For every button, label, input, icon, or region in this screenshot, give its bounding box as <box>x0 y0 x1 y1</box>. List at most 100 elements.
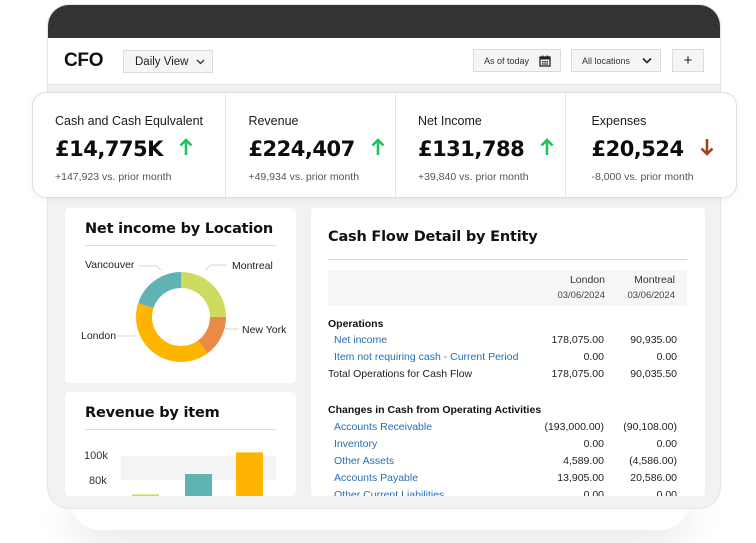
bar-1[interactable] <box>132 494 159 496</box>
row-link[interactable]: Other Current Liabilities <box>334 489 444 496</box>
kpi-value: £224,407 <box>248 137 385 161</box>
kpi-expenses[interactable]: Expenses £20,524 -8,000 vs. prior month <box>566 93 736 197</box>
revenue-by-item-panel: Revenue by item 100k 80k <box>65 392 296 496</box>
cell-london: 13,905.00 <box>557 472 604 484</box>
kpi-summary-card: Cash and Cash Equlvalent £14,775K +147,9… <box>32 92 737 198</box>
date-filter-button[interactable]: As of today <box>473 49 561 72</box>
table-row[interactable]: Net income 178,075.00 90,935.00 <box>328 334 687 351</box>
row-link[interactable]: Net income <box>334 334 387 346</box>
row-link[interactable]: Accounts Receivable <box>334 421 432 433</box>
table-row: Total Operations for Cash Flow 178,075.00… <box>328 368 687 385</box>
window-top-bar <box>48 5 720 38</box>
kpi-net-income[interactable]: Net Income £131,788 +39,840 vs. prior mo… <box>396 93 567 197</box>
cell-london: 0.00 <box>583 351 604 363</box>
leader-line <box>204 264 227 271</box>
table-row[interactable]: Other Current Liabilities 0.00 0.00 <box>328 489 687 496</box>
date-filter-label: As of today <box>484 55 530 66</box>
donut-slice-montreal[interactable] <box>181 272 226 317</box>
cash-flow-panel: Cash Flow Detail by Entity London 03/06/… <box>311 208 705 496</box>
cell-montreal: 0.00 <box>656 351 677 363</box>
row-label: Changes in Cash from Operating Activitie… <box>328 404 542 416</box>
net-income-donut-chart <box>117 264 239 362</box>
row-link[interactable]: Item not requiring cash - Current Period <box>334 351 518 363</box>
bar-2[interactable] <box>185 474 212 496</box>
location-filter-dropdown[interactable]: All locations <box>571 49 661 72</box>
panel-title: Cash Flow Detail by Entity <box>328 229 538 245</box>
view-selector-dropdown[interactable]: Daily View <box>123 50 213 73</box>
row-link[interactable]: Accounts Payable <box>334 472 418 484</box>
donut-label-london: London <box>81 330 117 342</box>
kpi-value: £20,524 <box>591 137 714 161</box>
donut-label-new-york: New York <box>242 324 287 336</box>
column-date-london: 03/06/2024 <box>557 290 605 301</box>
kpi-label: Revenue <box>248 114 299 128</box>
cell-london: 0.00 <box>583 489 604 496</box>
cell-montreal: 0.00 <box>656 438 677 450</box>
kpi-value-text: £14,775K <box>55 137 163 161</box>
arrow-down-icon <box>700 137 714 161</box>
cell-montreal: 20,586.00 <box>630 472 677 484</box>
kpi-revenue[interactable]: Revenue £224,407 +49,934 vs. prior month <box>226 93 396 197</box>
revenue-bar-chart <box>132 452 263 496</box>
cell-london: 0.00 <box>583 438 604 450</box>
kpi-cash[interactable]: Cash and Cash Equlvalent £14,775K +147,9… <box>33 93 227 197</box>
kpi-value: £131,788 <box>418 137 554 161</box>
arrow-up-icon <box>371 137 385 161</box>
table-row[interactable]: Accounts Receivable (193,000.00) (90,108.0… <box>328 421 687 438</box>
dashboard-window: CFO Daily View As of today All locations… <box>47 4 721 509</box>
add-widget-button[interactable]: + <box>672 49 704 72</box>
page-title: CFO <box>64 50 104 71</box>
kpi-value-text: £131,788 <box>417 137 525 161</box>
cell-montreal: 0.00 <box>656 489 677 496</box>
row-link[interactable]: Inventory <box>334 438 377 450</box>
view-selector-label: Daily View <box>135 55 189 68</box>
donut-slice-vancouver[interactable] <box>138 272 181 309</box>
cell-montreal: 90,035.50 <box>630 368 677 380</box>
kpi-delta: -8,000 vs. prior month <box>591 171 694 183</box>
kpi-value-text: £224,407 <box>248 137 355 161</box>
kpi-value: £14,775K <box>55 137 193 161</box>
cell-montreal: (4,586.00) <box>629 455 677 467</box>
table-section-header: Operations <box>328 318 687 335</box>
kpi-label: Net Income <box>417 114 482 128</box>
donut-label-montreal: Montreal <box>232 260 273 272</box>
table-row[interactable]: Item not requiring cash - Current Period… <box>328 351 687 368</box>
kpi-label: Expenses <box>591 114 647 128</box>
cell-london: 4,589.00 <box>563 455 604 467</box>
location-filter-label: All locations <box>582 55 631 66</box>
table-row[interactable]: Accounts Payable 13,905.00 20,586.00 <box>328 472 687 489</box>
arrow-up-icon <box>179 137 193 161</box>
plus-icon: + <box>683 52 693 69</box>
kpi-delta: +147,923 vs. prior month <box>55 171 172 183</box>
net-income-by-location-panel: Net income by Location Vancouver Montrea… <box>65 208 296 383</box>
kpi-delta: +39,840 vs. prior month <box>417 171 529 183</box>
cell-london: (193,000.00) <box>544 421 604 433</box>
divider <box>328 259 687 260</box>
calendar-icon <box>539 55 551 67</box>
table-section-header: Changes in Cash from Operating Activitie… <box>328 404 687 421</box>
donut-label-vancouver: Vancouver <box>85 259 135 271</box>
dashboard-header: CFO Daily View As of today All locations… <box>48 38 720 85</box>
bar-3[interactable] <box>236 452 263 496</box>
leader-line <box>139 265 162 271</box>
cell-montreal: 90,935.00 <box>630 334 677 346</box>
row-link[interactable]: Other Assets <box>334 455 394 467</box>
chevron-down-icon <box>196 59 205 65</box>
column-header-london: London <box>569 274 605 286</box>
table-row[interactable]: Other Assets 4,589.00 (4,586.00) <box>328 455 687 472</box>
chevron-down-icon <box>642 57 652 64</box>
cell-london: 178,075.00 <box>551 334 604 346</box>
cell-montreal: (90,108.00) <box>623 421 677 433</box>
column-date-montreal: 03/06/2024 <box>627 290 675 301</box>
kpi-delta: +49,934 vs. prior month <box>248 171 360 183</box>
donut-slice-london[interactable] <box>136 303 208 362</box>
cell-london: 178,075.00 <box>551 368 604 380</box>
column-header-montreal: Montreal <box>634 274 675 286</box>
kpi-label: Cash and Cash Equlvalent <box>55 114 204 128</box>
table-row[interactable]: Inventory 0.00 0.00 <box>328 438 687 455</box>
arrow-up-icon <box>540 137 554 161</box>
kpi-value-text: £20,524 <box>591 137 684 161</box>
row-label: Operations <box>328 318 384 330</box>
cash-flow-table-header: London 03/06/2024 Montreal 03/06/2024 <box>328 270 687 306</box>
row-label: Total Operations for Cash Flow <box>328 368 473 380</box>
